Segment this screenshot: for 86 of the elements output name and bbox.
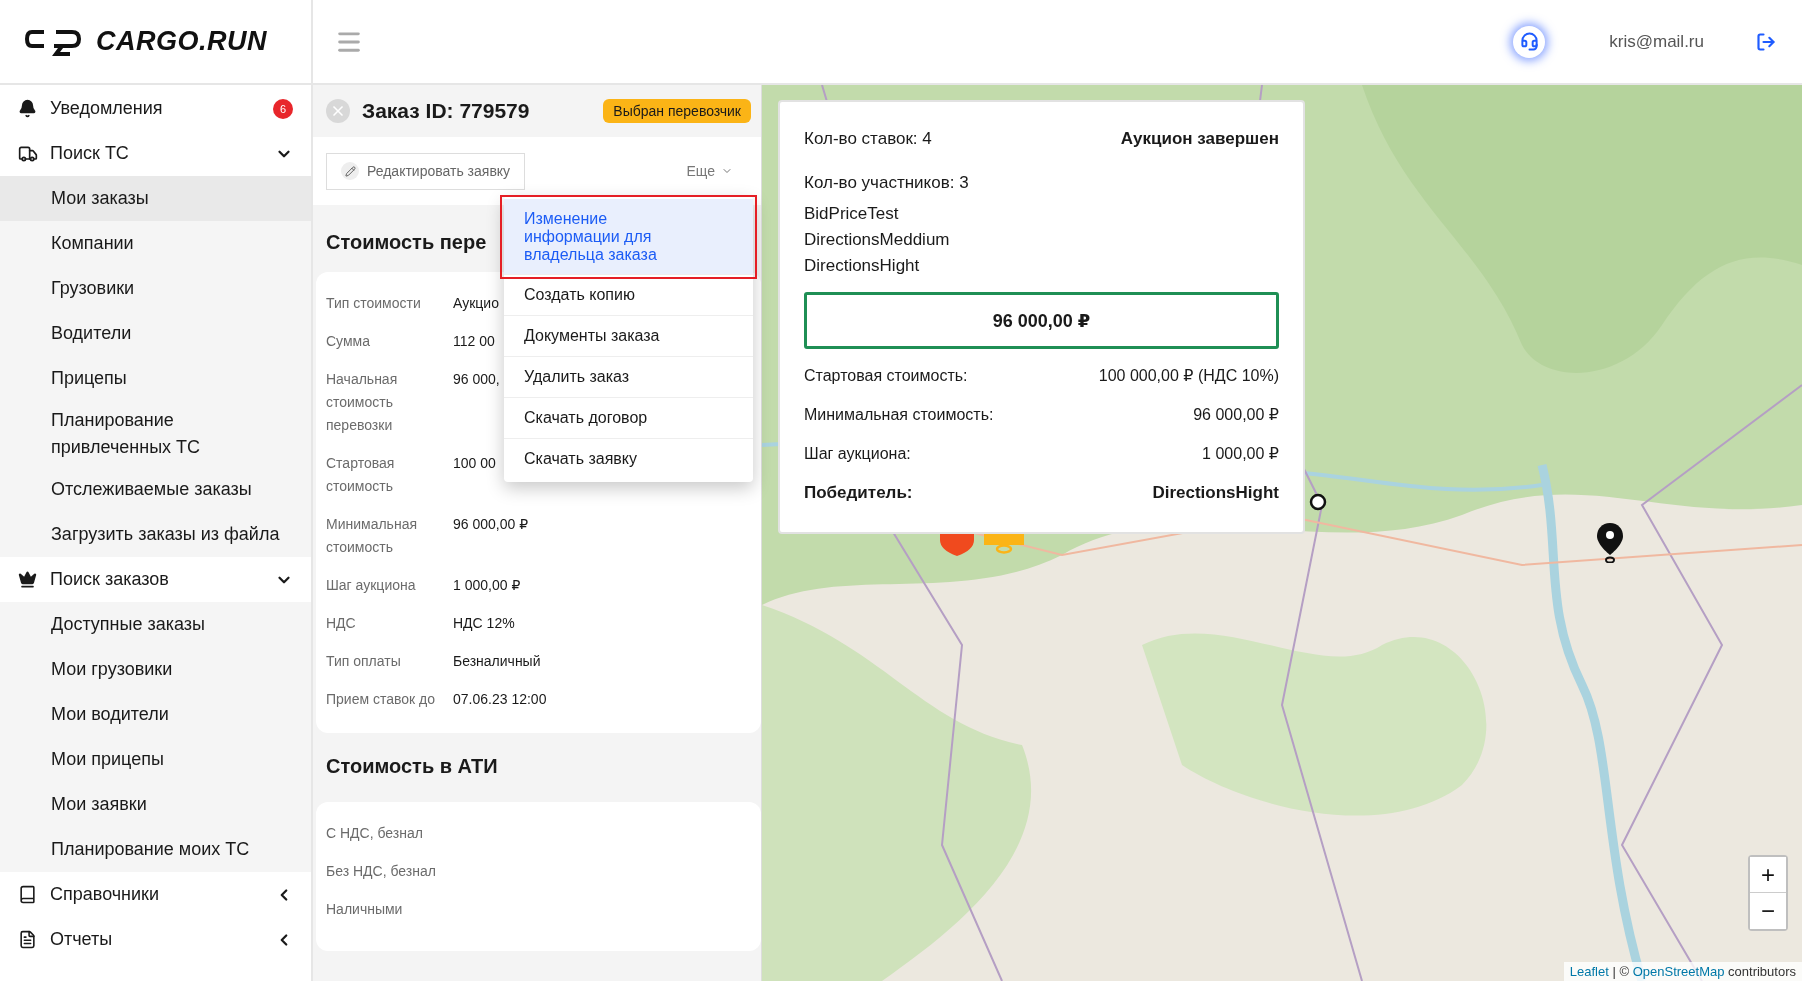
sidebar-subitem[interactable]: Отслеживаемые заказы [0, 467, 311, 512]
sidebar-subitem[interactable]: Грузовики [0, 266, 311, 311]
participant-name: DirectionsMeddium [804, 229, 950, 251]
circle-marker-icon [1309, 493, 1327, 511]
field-label: Минимальная стоимость [326, 515, 418, 557]
more-button[interactable]: Еще [686, 163, 733, 179]
zoom-in-button[interactable]: + [1750, 857, 1786, 893]
field-label: Прием ставок до [326, 690, 436, 709]
section-title: Стоимость в АТИ [325, 754, 499, 779]
document-icon [18, 930, 37, 949]
sidebar-subitem[interactable]: Водители [0, 311, 311, 356]
support-button[interactable] [1513, 25, 1546, 58]
field-value: 112 00 [453, 332, 495, 351]
crown-icon [18, 570, 37, 589]
sidebar-item[interactable]: Уведомления 6 [0, 86, 311, 131]
sidebar-subitem[interactable]: Компании [0, 221, 311, 266]
section-title: Стоимость пере [325, 230, 488, 255]
participant-name: DirectionsHight [804, 255, 920, 277]
map-marker-icon [940, 534, 974, 556]
menu-item[interactable]: Скачать заявку [504, 439, 753, 479]
field-value: Безналичный [453, 652, 541, 671]
field-value: 96 000, [453, 370, 500, 389]
order-title: Заказ ID: 779579 [362, 99, 531, 123]
detail-value: DirectionsHight [1152, 482, 1279, 504]
participant-name: BidPriceTest [804, 203, 899, 225]
field-label: Шаг аукциона [326, 576, 417, 595]
notification-badge: 6 [273, 98, 293, 119]
close-icon [330, 103, 346, 119]
detail-label: Стартовая стоимость: [804, 366, 968, 386]
best-price: 96 000,00 ₽ [804, 292, 1279, 349]
field-label: Тип стоимости [326, 294, 422, 313]
sidebar-subitem[interactable]: Мои водители [0, 692, 311, 737]
field-value: 1 000,00 ₽ [453, 576, 521, 595]
sidebar-subitem[interactable]: Мои грузовики [0, 647, 311, 692]
detail-value: 1 000,00 ₽ [1202, 444, 1279, 464]
field-label: С НДС, безнал [326, 824, 424, 843]
field-label: Без НДС, безнал [326, 862, 436, 881]
sidebar-subitem[interactable]: Планирование привлеченных ТС [0, 401, 311, 467]
field-label: Тип оплаты [326, 652, 402, 671]
sidebar-subitem[interactable]: Мои заказы [0, 176, 311, 221]
field-value: НДС 12% [453, 614, 515, 633]
field-label: Стартовая стоимость [326, 454, 396, 496]
detail-label: Победитель: [804, 482, 913, 504]
map-attribution: Leaflet | © OpenStreetMap contributors [1563, 962, 1802, 981]
detail-value: 100 000,00 ₽ (НДС 10%) [1098, 366, 1279, 386]
menu-item[interactable]: Удалить заказ [504, 357, 753, 398]
menu-item[interactable]: Скачать договор [504, 398, 753, 439]
map-marker-icon [984, 534, 1024, 554]
map-pin-icon [1595, 521, 1625, 563]
field-value: 96 000,00 ₽ [453, 515, 529, 534]
sidebar-item[interactable]: Справочники [0, 872, 311, 917]
bell-icon [18, 99, 37, 118]
menu-item[interactable]: Создать копию [504, 275, 753, 316]
auction-status: Аукцион завершен [1120, 128, 1279, 150]
detail-label: Минимальная стоимость: [804, 405, 994, 425]
openstreetmap-link[interactable]: OpenStreetMap [1632, 964, 1725, 979]
field-value: 100 00 [453, 454, 496, 473]
menu-item[interactable]: Документы заказа [504, 316, 753, 357]
detail-value: 96 000,00 ₽ [1193, 405, 1279, 425]
user-email: kris@mail.ru [1609, 31, 1704, 52]
book-icon [18, 885, 37, 904]
leaflet-link[interactable]: Leaflet [1569, 964, 1609, 979]
sidebar-subitem[interactable]: Прицепы [0, 356, 311, 401]
field-label: Наличными [326, 900, 404, 919]
sidebar-subitem[interactable]: Доступные заказы [0, 602, 311, 647]
participants-count: Кол-во участников: 3 [804, 172, 969, 194]
sidebar-subitem[interactable]: Загрузить заказы из файла [0, 512, 311, 557]
sidebar-subitem[interactable]: Мои заявки [0, 782, 311, 827]
bids-count: Кол-во ставок: 4 [804, 128, 932, 150]
field-value: 07.06.23 12:00 [453, 690, 547, 709]
headset-icon [1519, 32, 1539, 51]
logo-text: CARGO.RUN [96, 26, 267, 57]
field-value: Аукцио [453, 294, 499, 313]
logout-icon[interactable] [1756, 31, 1776, 52]
field-label: НДС [326, 614, 357, 633]
sidebar-subitem[interactable]: Мои прицепы [0, 737, 311, 782]
field-label: Начальная стоимость перевозки [326, 370, 399, 435]
sidebar-item[interactable]: Поиск ТС [0, 131, 311, 176]
sidebar-subitem[interactable]: Планирование моих ТС [0, 827, 311, 872]
sidebar-item[interactable]: Поиск заказов [0, 557, 311, 602]
pencil-icon [341, 162, 359, 180]
status-badge: Выбран перевозчик [603, 99, 751, 123]
edit-button[interactable]: Редактировать заявку [326, 152, 526, 190]
sidebar-item[interactable]: Отчеты [0, 917, 311, 962]
field-label: Сумма [326, 332, 371, 351]
detail-label: Шаг аукциона: [804, 444, 911, 464]
